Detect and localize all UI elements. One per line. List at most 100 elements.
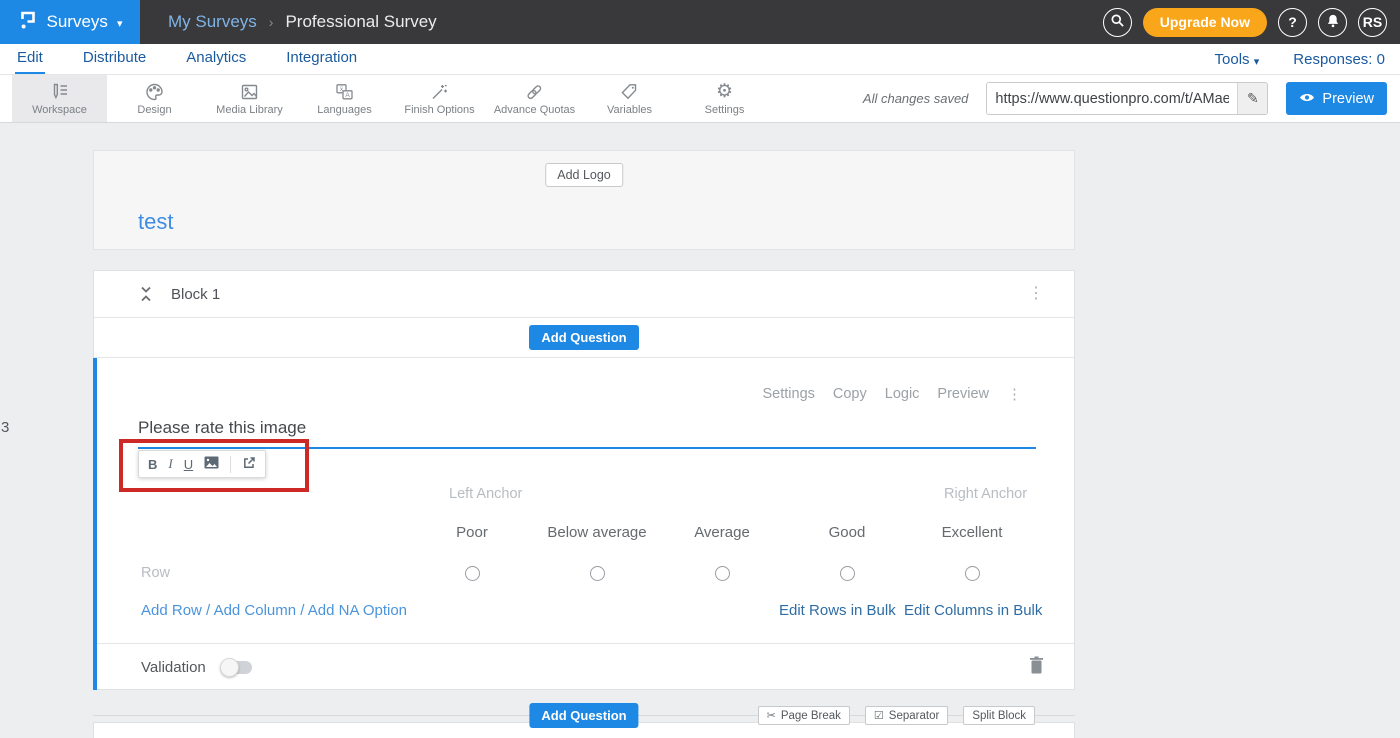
toolbar-item-finish-options[interactable]: Finish Options xyxy=(392,75,487,122)
add-question-bar: Add Question xyxy=(94,318,1074,358)
upgrade-now-button[interactable]: Upgrade Now xyxy=(1143,8,1267,37)
format-toolbar: B I U xyxy=(138,450,266,478)
add-question-button-bottom[interactable]: Add Question xyxy=(529,703,638,728)
insert-image-button[interactable] xyxy=(204,456,219,472)
survey-url-input[interactable] xyxy=(987,83,1237,114)
insert-link-button[interactable] xyxy=(242,456,256,473)
delete-question-button[interactable] xyxy=(1029,656,1044,679)
radio-good[interactable] xyxy=(840,566,855,581)
radio-average[interactable] xyxy=(715,566,730,581)
edit-rows-in-bulk-link[interactable]: Edit Rows in Bulk xyxy=(779,602,896,619)
tab-edit[interactable]: Edit xyxy=(15,44,45,74)
left-anchor-input[interactable]: Left Anchor xyxy=(449,486,522,502)
add-row-link[interactable]: Add Row xyxy=(141,602,202,619)
image-icon xyxy=(204,456,219,472)
topbar-actions: Upgrade Now ? RS xyxy=(1103,8,1400,37)
toolbar-item-advance-quotas[interactable]: Advance Quotas xyxy=(487,75,582,122)
question-copy-link[interactable]: Copy xyxy=(833,386,867,402)
gear-icon: ⚙ xyxy=(716,82,733,102)
tools-menu[interactable]: Tools ▾ xyxy=(1215,51,1260,68)
workspace-icon xyxy=(49,82,70,102)
toolbar-right: All changes saved ✎ Preview xyxy=(863,75,1400,122)
tag-icon xyxy=(619,82,640,102)
section-nav: Edit Distribute Analytics Integration To… xyxy=(0,44,1400,75)
page-break-button[interactable]: ✂Page Break xyxy=(758,706,850,725)
row-label-input[interactable]: Row xyxy=(141,565,170,581)
split-block-button[interactable]: Split Block xyxy=(963,706,1035,725)
responses-count[interactable]: Responses: 0 xyxy=(1293,51,1385,68)
search-button[interactable] xyxy=(1103,8,1132,37)
radio-below-average[interactable] xyxy=(590,566,605,581)
link-separator: / xyxy=(202,602,214,619)
block-menu-kebab-icon[interactable]: ⋮ xyxy=(1028,286,1044,302)
radio-excellent[interactable] xyxy=(965,566,980,581)
question-settings-link[interactable]: Settings xyxy=(762,386,814,402)
toolbar-item-variables[interactable]: Variables xyxy=(582,75,677,122)
question-actions: Settings Copy Logic Preview ⋮ xyxy=(762,385,1022,403)
italic-button[interactable]: I xyxy=(168,456,172,472)
breadcrumb-current: Professional Survey xyxy=(285,12,436,32)
question-logic-link[interactable]: Logic xyxy=(885,386,920,402)
underline-button[interactable]: U xyxy=(184,457,193,472)
add-column-link[interactable]: Add Column xyxy=(214,602,297,619)
toolbar-items: Workspace Design Media Library x̄A Langu… xyxy=(12,75,772,122)
tab-integration[interactable]: Integration xyxy=(284,44,359,74)
toolbar-item-design[interactable]: Design xyxy=(107,75,202,122)
survey-url-box: ✎ xyxy=(986,82,1268,115)
external-link-icon xyxy=(242,456,256,473)
survey-title[interactable]: test xyxy=(138,209,173,235)
surveys-menu[interactable]: Surveys ▾ xyxy=(0,0,140,44)
avatar[interactable]: RS xyxy=(1358,8,1387,37)
add-question-button-top[interactable]: Add Question xyxy=(529,325,638,350)
validation-toggle[interactable] xyxy=(221,661,252,674)
brand-label: Surveys xyxy=(47,12,108,32)
languages-icon: x̄A xyxy=(334,82,355,102)
tab-distribute[interactable]: Distribute xyxy=(81,44,148,74)
toolbar-item-workspace[interactable]: Workspace xyxy=(12,75,107,122)
question-text-input[interactable]: Please rate this image xyxy=(138,418,306,438)
scale-option-excellent[interactable]: Excellent xyxy=(892,524,1052,541)
eye-icon xyxy=(1299,91,1315,107)
help-button[interactable]: ? xyxy=(1278,8,1307,37)
add-logo-button[interactable]: Add Logo xyxy=(545,163,623,187)
pencil-icon: ✎ xyxy=(1247,90,1259,107)
toolbar-item-settings[interactable]: ⚙ Settings xyxy=(677,75,772,122)
validation-row: Validation xyxy=(97,643,1074,690)
edit-columns-in-bulk-link[interactable]: Edit Columns in Bulk xyxy=(904,602,1042,619)
caret-down-icon: ▾ xyxy=(117,17,123,30)
toolbar-item-media-library[interactable]: Media Library xyxy=(202,75,297,122)
breadcrumb-my-surveys[interactable]: My Surveys xyxy=(168,12,257,32)
scissors-icon: ✂ xyxy=(767,709,776,722)
row-column-links: Add Row / Add Column / Add NA Option xyxy=(141,602,407,619)
nav-tabs: Edit Distribute Analytics Integration xyxy=(15,44,359,74)
question-menu-kebab-icon[interactable]: ⋮ xyxy=(1007,385,1022,403)
question-preview-link[interactable]: Preview xyxy=(937,386,989,402)
add-na-option-link[interactable]: Add NA Option xyxy=(308,602,407,619)
chain-links-icon xyxy=(524,82,545,102)
collapse-block-icon[interactable] xyxy=(138,285,154,303)
bell-icon xyxy=(1326,13,1340,31)
radio-poor[interactable] xyxy=(465,566,480,581)
right-anchor-input[interactable]: Right Anchor xyxy=(944,486,1027,502)
tab-analytics[interactable]: Analytics xyxy=(184,44,248,74)
svg-text:A: A xyxy=(345,92,350,99)
survey-canvas: 3 Add Logo test Block 1 ⋮ Add Question S… xyxy=(0,123,1400,738)
footer-buttons: ✂Page Break ☑Separator Split Block xyxy=(758,706,1035,725)
notifications-button[interactable] xyxy=(1318,8,1347,37)
toolbar-item-languages[interactable]: x̄A Languages xyxy=(297,75,392,122)
breadcrumb-separator-icon: › xyxy=(269,14,274,30)
media-library-icon xyxy=(239,82,260,102)
caret-down-icon: ▾ xyxy=(1254,56,1260,68)
link-separator: / xyxy=(296,602,308,619)
checked-box-icon: ☑ xyxy=(874,709,884,722)
separator-button[interactable]: ☑Separator xyxy=(865,706,948,725)
block-header: Block 1 ⋮ xyxy=(94,271,1074,318)
bold-button[interactable]: B xyxy=(148,457,157,472)
block-name[interactable]: Block 1 xyxy=(171,286,220,303)
preview-button[interactable]: Preview xyxy=(1286,82,1387,115)
top-bar: Surveys ▾ My Surveys › Professional Surv… xyxy=(0,0,1400,44)
edit-url-button[interactable]: ✎ xyxy=(1237,83,1267,114)
questionpro-logo-icon xyxy=(18,9,38,36)
trash-icon xyxy=(1029,656,1044,679)
block-card: Block 1 ⋮ Add Question Settings Copy Log… xyxy=(93,270,1075,690)
